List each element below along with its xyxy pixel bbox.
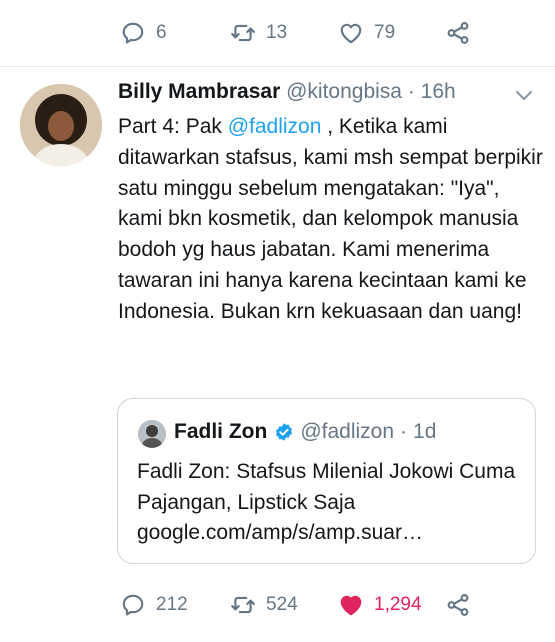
tweet-header: Billy Mambrasar @kitongbisa · 16h <box>118 80 456 104</box>
heart-icon <box>340 595 362 616</box>
tweet-text: Part 4: Pak @fadlizon , Ketika kami dita… <box>118 112 543 328</box>
separator-dot: · <box>407 80 415 103</box>
reply-count: 212 <box>156 594 188 615</box>
quoted-author-name: Fadli Zon <box>174 420 268 443</box>
reply-icon <box>122 22 144 44</box>
tweet-text-after: , Ketika kami ditawarkan stafsus, kami m… <box>118 115 543 323</box>
reply-action[interactable]: 212 <box>120 592 188 618</box>
author-name[interactable]: Billy Mambrasar <box>118 80 280 103</box>
chevron-down-icon <box>516 91 532 100</box>
retweet-count: 524 <box>266 594 298 615</box>
top-share-action[interactable] <box>445 20 471 46</box>
retweet-icon <box>231 24 255 42</box>
reply-count: 6 <box>156 22 167 43</box>
retweet-icon <box>231 596 255 614</box>
quoted-tweet-card[interactable]: Fadli Zon @fadlizon · 1d Fadli Zon: Staf… <box>117 398 536 564</box>
top-reply-action[interactable]: 6 <box>120 20 167 46</box>
like-count: 79 <box>374 22 396 43</box>
heart-icon <box>340 23 362 44</box>
retweet-action[interactable]: 524 <box>230 592 298 618</box>
quoted-header: Fadli Zon @fadlizon · 1d <box>174 420 436 444</box>
top-retweet-action[interactable]: 13 <box>230 20 287 46</box>
share-icon <box>447 22 469 44</box>
share-action[interactable] <box>445 592 471 618</box>
tweet-menu-button[interactable] <box>515 88 533 106</box>
mention-link[interactable]: @fadlizon <box>228 115 322 138</box>
share-icon <box>447 594 469 616</box>
quoted-separator-dot: · <box>400 420 408 443</box>
tweet-time[interactable]: 16h <box>421 80 456 103</box>
avatar[interactable] <box>20 84 102 166</box>
quoted-text: Fadli Zon: Stafsus Milenial Jokowi Cuma … <box>137 460 516 544</box>
verified-badge-icon <box>276 423 293 441</box>
like-action[interactable]: 1,294 <box>338 592 422 618</box>
quoted-avatar-photo <box>138 420 166 448</box>
divider <box>0 66 555 67</box>
top-like-action[interactable]: 79 <box>338 20 395 46</box>
retweet-count: 13 <box>266 22 288 43</box>
author-handle[interactable]: @kitongbisa <box>286 80 402 103</box>
quoted-time: 1d <box>413 420 437 443</box>
quoted-avatar <box>138 420 166 448</box>
quoted-handle: @fadlizon <box>300 420 395 443</box>
reply-icon <box>122 594 144 616</box>
avatar-photo <box>20 84 102 166</box>
tweet-text-before: Part 4: Pak <box>118 115 228 138</box>
like-count: 1,294 <box>374 594 422 615</box>
